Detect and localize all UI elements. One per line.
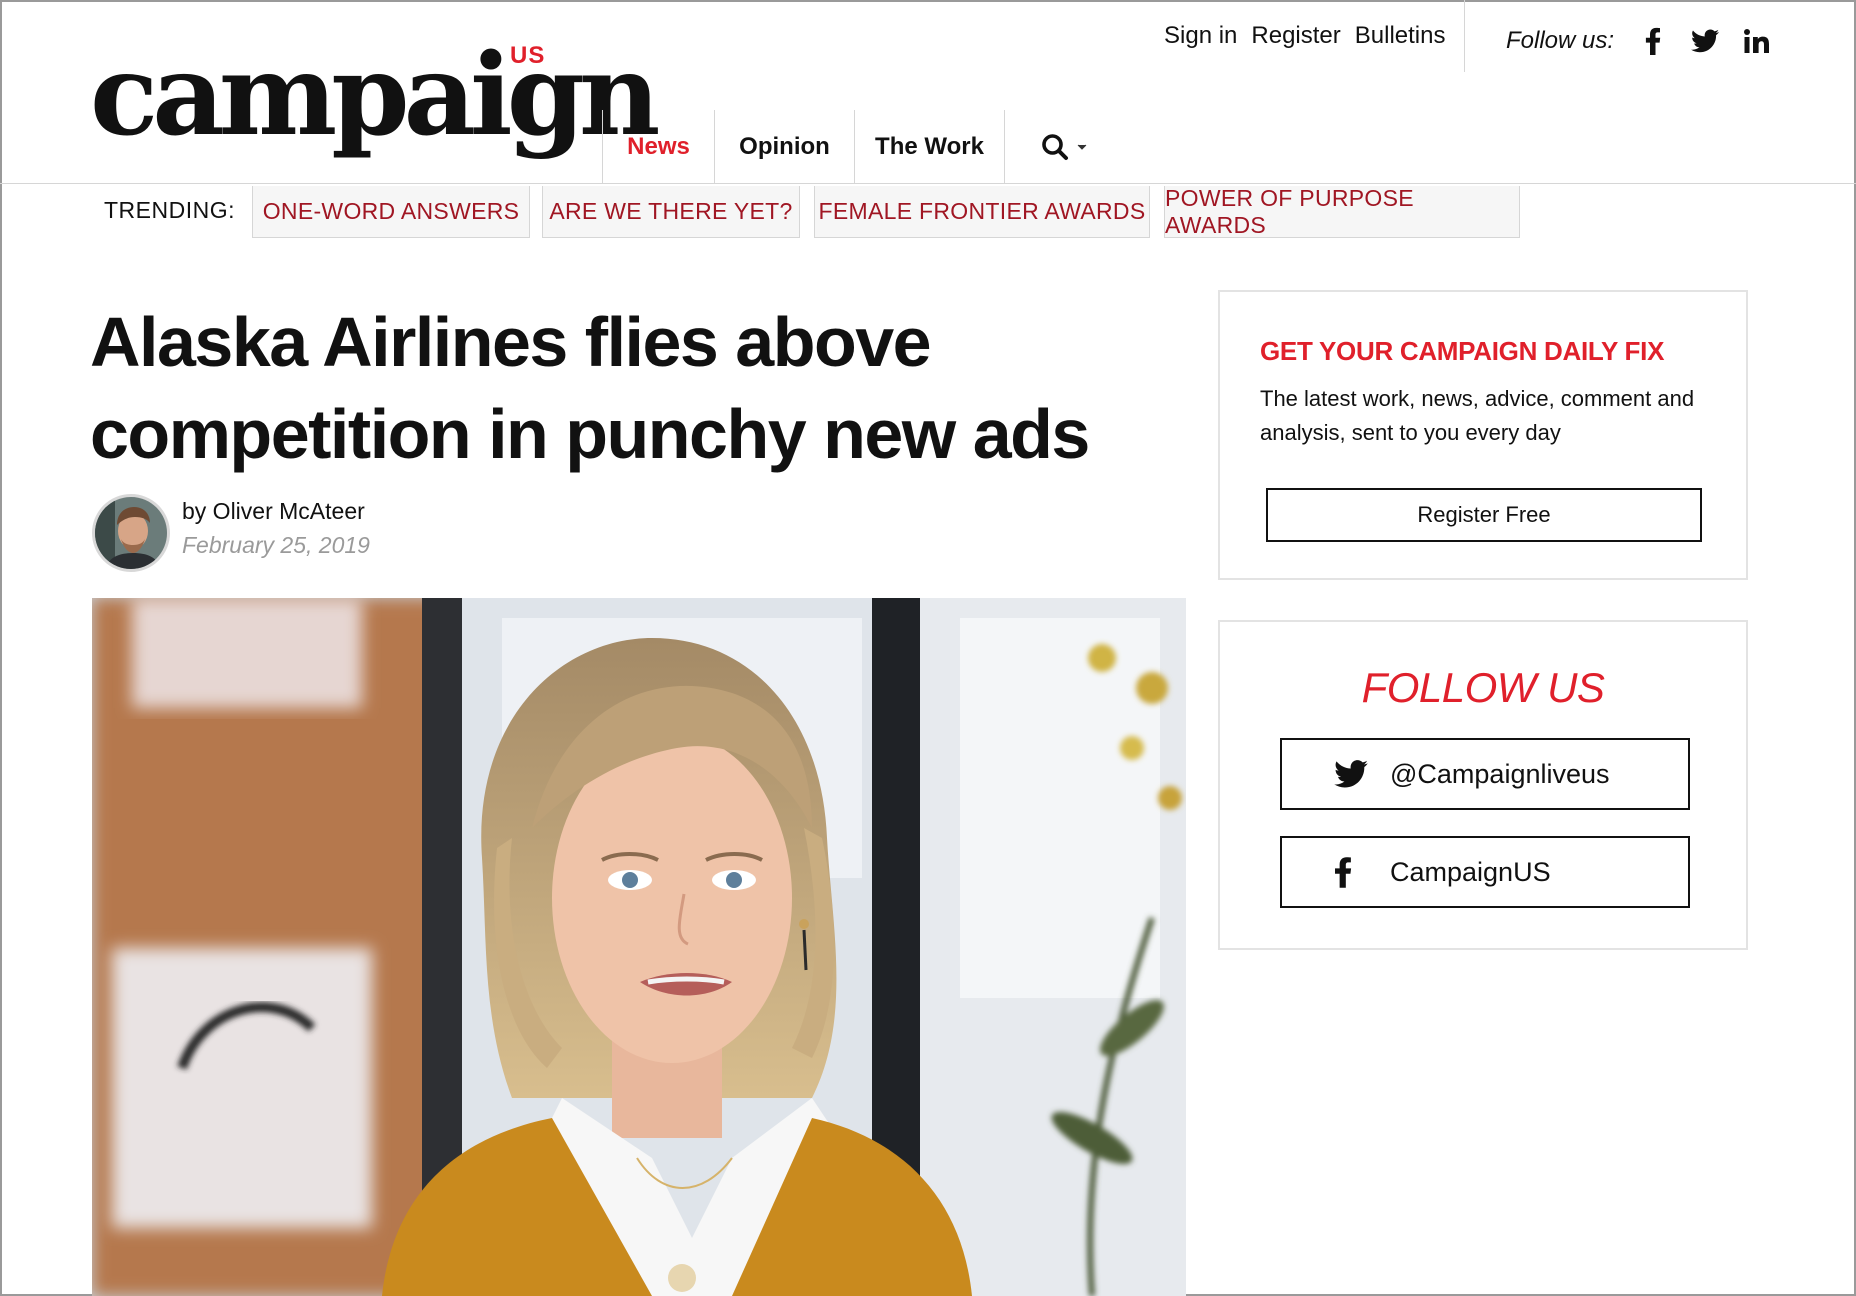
header-divider <box>1464 0 1465 72</box>
newsletter-title: GET YOUR CAMPAIGN DAILY FIX <box>1260 336 1665 366</box>
author-avatar[interactable] <box>92 494 170 572</box>
article-headline: Alaska Airlines flies above competition … <box>90 296 1150 480</box>
headline-line-2: competition in punchy new ads <box>90 395 1090 473</box>
trending-item[interactable]: ONE-WORD ANSWERS <box>252 186 530 238</box>
headline-line-1: Alaska Airlines flies above <box>90 303 932 381</box>
site-header: campaign US Sign in Register Bulletins F… <box>0 0 1856 184</box>
facebook-icon <box>1334 855 1390 889</box>
trending-bar: TRENDING: ONE-WORD ANSWERS ARE WE THERE … <box>0 185 1856 241</box>
logo-wordmark: campaign <box>90 30 660 161</box>
nav-the-work[interactable]: The Work <box>854 110 1004 184</box>
register-link[interactable]: Register <box>1251 22 1340 50</box>
register-free-button[interactable]: Register Free <box>1266 488 1702 542</box>
hero-image <box>92 598 1186 1296</box>
trending-item[interactable]: FEMALE FRONTIER AWARDS <box>814 186 1150 238</box>
main-nav: News Opinion The Work <box>602 110 1122 184</box>
logo-edition: US <box>510 42 546 69</box>
follow-label: Follow us: <box>1506 27 1615 54</box>
utility-nav: Sign in Register Bulletins <box>1164 22 1445 50</box>
nav-opinion[interactable]: Opinion <box>714 110 854 184</box>
facebook-follow-button[interactable]: CampaignUS <box>1280 836 1690 908</box>
facebook-icon[interactable] <box>1638 26 1668 56</box>
trending-label: TRENDING: <box>104 197 235 223</box>
follow-us-title: FOLLOW US <box>1361 664 1605 711</box>
search-toggle[interactable] <box>1004 110 1122 184</box>
campaign-logo[interactable]: campaign US <box>90 40 660 160</box>
facebook-handle: CampaignUS <box>1390 856 1551 887</box>
trending-item[interactable]: POWER OF PURPOSE AWARDS <box>1164 185 1520 238</box>
follow-bar: Follow us: <box>1506 26 1772 56</box>
bulletins-link[interactable]: Bulletins <box>1355 22 1446 50</box>
twitter-handle: @Campaignliveus <box>1390 758 1610 789</box>
article-byline[interactable]: by Oliver McAteer <box>182 498 365 525</box>
chevron-down-icon <box>1077 144 1086 150</box>
search-icon <box>1041 134 1068 160</box>
newsletter-box: GET YOUR CAMPAIGN DAILY FIX The latest w… <box>1218 290 1748 580</box>
twitter-icon <box>1334 760 1390 788</box>
sign-in-link[interactable]: Sign in <box>1164 22 1237 50</box>
article-date: February 25, 2019 <box>182 532 370 558</box>
nav-news[interactable]: News <box>602 110 714 184</box>
twitter-follow-button[interactable]: @Campaignliveus <box>1280 738 1690 810</box>
linkedin-icon[interactable] <box>1742 26 1772 56</box>
follow-us-box: FOLLOW US @Campaignliveus CampaignUS <box>1218 620 1748 950</box>
newsletter-description: The latest work, news, advice, comment a… <box>1260 386 1695 445</box>
twitter-icon[interactable] <box>1690 26 1720 56</box>
trending-item[interactable]: ARE WE THERE YET? <box>542 186 800 238</box>
